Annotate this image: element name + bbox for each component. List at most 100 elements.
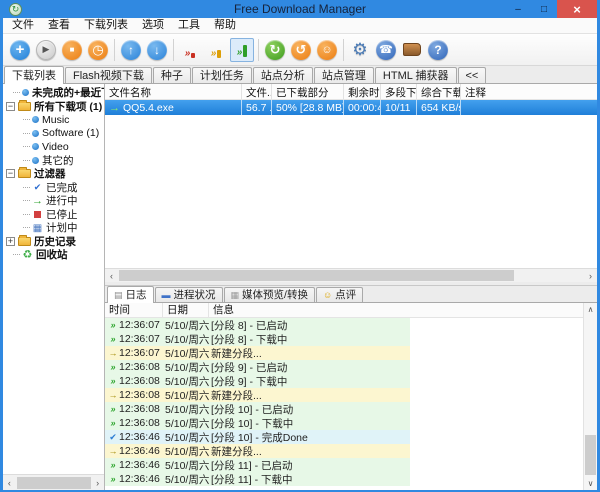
log-row[interactable]: 12:36:465/10/周六[分段 10] - 完成Done <box>105 430 410 444</box>
log-row[interactable]: 12:36:075/10/周六新建分段... <box>105 346 410 360</box>
tab-comments[interactable]: 点评 <box>316 287 363 302</box>
scrollbar-thumb[interactable] <box>119 270 514 281</box>
scrollbar-thumb[interactable] <box>17 477 92 489</box>
address-book-button[interactable] <box>399 37 425 63</box>
log-column-info[interactable]: 信息 <box>209 303 410 317</box>
sidebar-item-in-progress[interactable]: 进行中 <box>3 194 104 208</box>
remote-control-button[interactable] <box>373 37 399 63</box>
column-file-size[interactable]: 文件... <box>242 84 272 99</box>
journal-icon <box>114 291 123 300</box>
log-row[interactable]: 12:36:465/10/周六[分段 11] - 下载中 <box>105 472 410 486</box>
tab-site-manager[interactable]: 站点管理 <box>314 67 374 83</box>
scroll-up-icon[interactable]: ∧ <box>584 303 597 316</box>
tab-html-spider[interactable]: HTML 捕获器 <box>375 67 457 83</box>
menu-file[interactable]: 文件 <box>5 18 41 33</box>
blue-dot-icon <box>22 89 29 96</box>
speed-medium-button[interactable] <box>203 37 229 63</box>
sidebar-item-all-downloads[interactable]: 所有下载项 (1) <box>3 100 104 114</box>
scroll-right-icon[interactable]: › <box>91 478 104 488</box>
download-row-selected[interactable]: QQ5.4.exe 56.7 ... 50% [28.8 MB] 00:00:4… <box>105 100 597 115</box>
recycle-bin-icon <box>22 248 33 261</box>
stop-all-button[interactable] <box>288 37 314 63</box>
community-button[interactable] <box>314 37 340 63</box>
sidebar-item-completed[interactable]: 已完成 <box>3 181 104 195</box>
log-row[interactable]: 12:36:085/10/周六[分段 10] - 下载中 <box>105 416 410 430</box>
tab-scheduler[interactable]: 计划任务 <box>192 67 252 83</box>
move-down-button[interactable] <box>144 37 170 63</box>
log-vertical-scrollbar[interactable]: ∧ ∨ <box>583 303 597 490</box>
scroll-left-icon[interactable]: ‹ <box>3 478 16 488</box>
help-button[interactable] <box>425 37 451 63</box>
add-download-icon <box>10 40 30 60</box>
log-row[interactable]: 12:36:075/10/周六[分段 8] - 已启动 <box>105 318 410 332</box>
sidebar-item-recent[interactable]: 未完成的+最近下载 <box>3 86 104 100</box>
column-speed[interactable]: 综合下载... <box>417 84 461 99</box>
collapse-expander-icon[interactable] <box>6 169 15 178</box>
column-sections[interactable]: 多段下... <box>381 84 417 99</box>
sidebar-item-software[interactable]: Software (1) <box>3 127 104 141</box>
tab-download-list[interactable]: 下载列表 <box>4 66 64 84</box>
log-column-time[interactable]: 时间 <box>105 303 163 317</box>
sidebar-item-history[interactable]: 历史记录 <box>3 235 104 249</box>
log-rows: 12:36:075/10/周六[分段 8] - 已启动 12:36:075/10… <box>105 318 410 490</box>
menubar: 文件 查看 下载列表 选项 工具 帮助 <box>3 18 597 34</box>
column-file-name[interactable]: 文件名称 <box>105 84 242 99</box>
column-downloaded[interactable]: 已下载部分 <box>272 84 344 99</box>
scrollbar-thumb[interactable] <box>585 435 596 475</box>
menu-options[interactable]: 选项 <box>135 18 171 33</box>
move-up-icon <box>121 40 141 60</box>
tab-torrents[interactable]: 种子 <box>153 67 191 83</box>
download-list-horizontal-scrollbar[interactable]: ‹ › <box>105 268 597 282</box>
folder-icon <box>18 102 31 111</box>
menu-tools[interactable]: 工具 <box>171 18 207 33</box>
scheduler-button[interactable] <box>85 37 111 63</box>
sidebar-item-recycle-bin[interactable]: 回收站 <box>3 248 104 262</box>
sidebar-item-video[interactable]: Video <box>3 140 104 154</box>
start-all-button[interactable] <box>262 37 288 63</box>
stop-button[interactable] <box>59 37 85 63</box>
expand-expander-icon[interactable] <box>6 237 15 246</box>
log-row[interactable]: 12:36:085/10/周六新建分段... <box>105 388 410 402</box>
tab-collapse[interactable]: << <box>458 67 487 83</box>
sidebar-item-music[interactable]: Music <box>3 113 104 127</box>
log-table-header: 时间 日期 信息 <box>105 303 597 318</box>
settings-button[interactable] <box>347 37 373 63</box>
download-comment <box>461 100 597 115</box>
log-row[interactable]: 12:36:075/10/周六[分段 8] - 下载中 <box>105 332 410 346</box>
tab-site-explorer[interactable]: 站点分析 <box>253 67 313 83</box>
log-start-icon <box>107 377 119 386</box>
log-row[interactable]: 12:36:465/10/周六[分段 11] - 已启动 <box>105 458 410 472</box>
speed-full-button[interactable] <box>229 37 255 63</box>
scroll-down-icon[interactable]: ∨ <box>584 477 597 490</box>
sidebar-item-stopped[interactable]: 已停止 <box>3 208 104 222</box>
log-row[interactable]: 12:36:085/10/周六[分段 10] - 已启动 <box>105 402 410 416</box>
menu-view[interactable]: 查看 <box>41 18 77 33</box>
progress-bar-icon <box>162 291 171 300</box>
tab-flash-video[interactable]: Flash视频下载 <box>65 67 152 83</box>
sidebar-item-scheduled[interactable]: 计划中 <box>3 221 104 235</box>
bottom-panel: 日志 进程状况 媒体预览/转换 点评 时间 日期 信息 12:36:075/10… <box>105 285 597 490</box>
menu-download-list[interactable]: 下载列表 <box>77 18 135 33</box>
column-time-left[interactable]: 剩余时间 <box>344 84 381 99</box>
sidebar-item-filters[interactable]: 过滤器 <box>3 167 104 181</box>
start-button[interactable] <box>33 37 59 63</box>
log-row[interactable]: 12:36:465/10/周六新建分段... <box>105 444 410 458</box>
sidebar-item-other[interactable]: 其它的 <box>3 154 104 168</box>
main-panel: 文件名称 文件... 已下载部分 剩余时间 多段下... 综合下载... 注释 … <box>105 84 597 490</box>
tab-media-preview[interactable]: 媒体预览/转换 <box>224 287 315 302</box>
collapse-expander-icon[interactable] <box>6 102 15 111</box>
scroll-left-icon[interactable]: ‹ <box>105 271 118 281</box>
sidebar-horizontal-scrollbar[interactable]: ‹ › <box>3 474 104 490</box>
tab-progress-status[interactable]: 进程状况 <box>155 287 223 302</box>
scroll-right-icon[interactable]: › <box>584 271 597 281</box>
tab-log[interactable]: 日志 <box>107 286 154 303</box>
column-comment[interactable]: 注释 <box>461 84 597 99</box>
log-column-date[interactable]: 日期 <box>163 303 209 317</box>
move-up-button[interactable] <box>118 37 144 63</box>
log-row[interactable]: 12:36:085/10/周六[分段 9] - 下载中 <box>105 374 410 388</box>
add-download-button[interactable] <box>7 37 33 63</box>
speed-light-button[interactable] <box>177 37 203 63</box>
log-new-segment-icon <box>107 349 119 358</box>
log-row[interactable]: 12:36:085/10/周六[分段 9] - 已启动 <box>105 360 410 374</box>
menu-help[interactable]: 帮助 <box>207 18 243 33</box>
